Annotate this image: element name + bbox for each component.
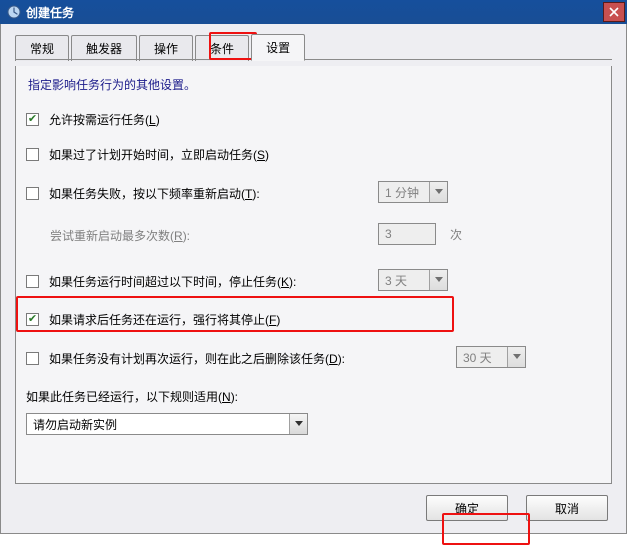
delete-if-not-label: 如果任务没有计划再次运行，则在此之后删除该任务(D):	[49, 350, 345, 367]
chevron-down-icon	[507, 347, 525, 367]
tab-triggers[interactable]: 触发器	[71, 35, 137, 61]
delete-after-value: 30 天	[457, 349, 507, 366]
allow-run-on-demand-label: 允许按需运行任务(L)	[49, 111, 160, 128]
app-icon	[6, 4, 22, 20]
restart-interval-value: 1 分钟	[379, 184, 429, 201]
delete-after-select: 30 天	[456, 346, 526, 368]
row-retry-count: 尝试重新启动最多次数(R): 3 次	[50, 223, 601, 247]
force-stop-checkbox[interactable]	[26, 313, 39, 326]
chevron-down-icon	[289, 414, 307, 434]
row-restart-on-fail: 如果任务失败，按以下频率重新启动(T): 1 分钟	[26, 181, 601, 205]
delete-if-not-checkbox[interactable]	[26, 352, 39, 365]
rule-select[interactable]: 请勿启动新实例	[26, 413, 308, 435]
chevron-down-icon	[429, 270, 447, 290]
retry-label: 尝试重新启动最多次数(R):	[50, 227, 190, 244]
chevron-down-icon	[429, 182, 447, 202]
rule-label: 如果此任务已经运行，以下规则适用(N):	[26, 388, 238, 405]
tab-bar: 常规 触发器 操作 条件 设置	[1, 24, 626, 60]
retry-count-input: 3	[378, 223, 436, 245]
settings-description: 指定影响任务行为的其他设置。	[28, 76, 601, 93]
rule-value: 请勿启动新实例	[27, 416, 289, 433]
close-button[interactable]	[603, 2, 625, 22]
button-bar: 确定 取消	[426, 495, 608, 521]
stop-duration-value: 3 天	[379, 272, 429, 289]
titlebar: 创建任务	[0, 0, 627, 24]
allow-run-on-demand-checkbox[interactable]	[26, 113, 39, 126]
restart-on-fail-label: 如果任务失败，按以下频率重新启动(T):	[49, 185, 260, 202]
stop-if-long-checkbox[interactable]	[26, 275, 39, 288]
retry-suffix: 次	[450, 226, 462, 243]
tab-actions[interactable]: 操作	[139, 35, 193, 61]
tab-settings[interactable]: 设置	[251, 34, 305, 61]
row-delete-if-not: 如果任务没有计划再次运行，则在此之后删除该任务(D): 30 天	[26, 346, 601, 370]
row-force-stop: 如果请求后任务还在运行，强行将其停止(F)	[26, 311, 601, 328]
restart-interval-select: 1 分钟	[378, 181, 448, 203]
start-if-missed-label: 如果过了计划开始时间，立即启动任务(S)	[49, 146, 269, 163]
stop-if-long-label: 如果任务运行时间超过以下时间，停止任务(K):	[49, 273, 296, 290]
row-allow-run-on-demand: 允许按需运行任务(L)	[26, 111, 601, 128]
client-area: 常规 触发器 操作 条件 设置 指定影响任务行为的其他设置。 允许按需运行任务(…	[0, 24, 627, 534]
settings-panel: 指定影响任务行为的其他设置。 允许按需运行任务(L) 如果过了计划开始时间，立即…	[15, 66, 612, 484]
tab-general[interactable]: 常规	[15, 35, 69, 61]
window-title: 创建任务	[26, 4, 603, 21]
restart-on-fail-checkbox[interactable]	[26, 187, 39, 200]
force-stop-label: 如果请求后任务还在运行，强行将其停止(F)	[49, 311, 280, 328]
row-start-if-missed: 如果过了计划开始时间，立即启动任务(S)	[26, 146, 601, 163]
stop-duration-select: 3 天	[378, 269, 448, 291]
ok-button[interactable]: 确定	[426, 495, 508, 521]
row-stop-if-long: 如果任务运行时间超过以下时间，停止任务(K): 3 天	[26, 269, 601, 293]
start-if-missed-checkbox[interactable]	[26, 148, 39, 161]
cancel-button[interactable]: 取消	[526, 495, 608, 521]
row-rule-label: 如果此任务已经运行，以下规则适用(N):	[26, 388, 601, 405]
tab-conditions[interactable]: 条件	[195, 35, 249, 61]
